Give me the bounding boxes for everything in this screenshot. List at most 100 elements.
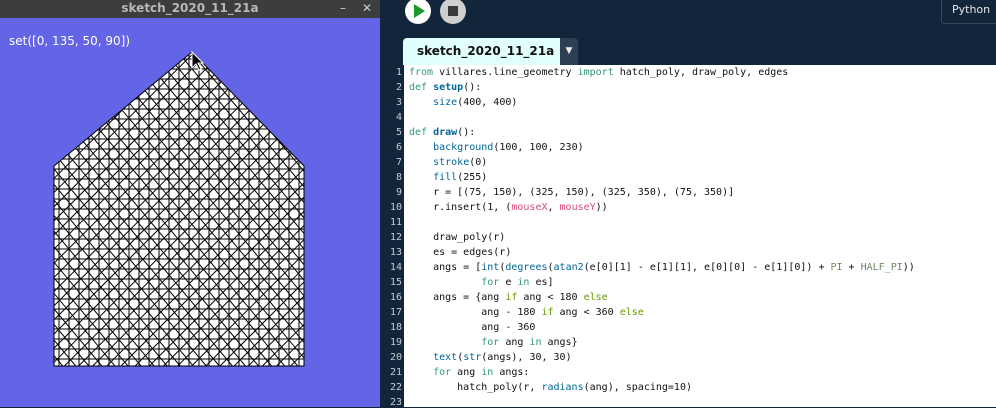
code-line[interactable]: stroke(0) [409,157,487,168]
code-token: str [463,352,482,363]
line-number: 13 [389,247,402,258]
code-token: ang < 180 [517,292,584,303]
line-number: 10 [389,202,402,213]
line-number: 4 [395,112,402,123]
code-token: atan2 [553,262,584,273]
code-line[interactable]: fill(255) [409,172,487,183]
code-token: in [517,277,530,288]
code-token: hatch_poly(r, [409,382,542,393]
code-token: import [577,67,614,78]
code-token: angs: [493,367,530,378]
hatch-line [54,52,68,66]
code-token: for [481,337,500,348]
code-line[interactable]: ang - 180 if ang < 360 else [409,307,644,318]
code-line[interactable]: draw_poly(r) [409,232,505,243]
hatch-line [54,52,111,109]
code-token: if [505,292,518,303]
code-token: ang - 360 [409,322,536,333]
code-token: in [529,337,542,348]
code-line[interactable]: r.insert(1, (mouseX, mouseY)) [409,202,608,213]
hatch-line [54,52,82,80]
line-number: 1 [395,67,402,78]
code-line[interactable]: def setup(): [409,82,481,93]
line-number: 23 [389,397,402,408]
code-token: es = edges(r) [409,247,512,258]
line-number: 15 [389,277,402,288]
code-token: draw [433,127,458,138]
close-button[interactable]: ✕ [362,0,372,16]
code-line[interactable]: def draw(): [409,127,475,138]
code-token: background [433,142,494,153]
minimize-button[interactable]: – [340,0,346,16]
code-token: , [547,202,560,213]
code-token: fill [433,172,458,183]
tab-menu-button[interactable]: ▼ [560,38,578,65]
code-line[interactable]: background(100, 100, 230) [409,142,584,153]
code-token: draw_poly(r) [409,232,506,243]
hatch-line [54,52,125,123]
code-line[interactable]: from villares.line_geometry import hatch… [409,67,788,78]
code-line[interactable]: ang - 360 [409,322,535,333]
code-line[interactable]: for ang in angs: [409,367,529,378]
code-token: (255) [457,172,488,183]
line-number: 20 [389,352,402,363]
line-number: 7 [395,157,402,168]
line-number: 18 [389,322,402,333]
code-line[interactable]: angs = [int(degrees(atan2(e[0][1] - e[1]… [409,262,915,273]
line-number: 16 [389,292,402,303]
code-token: def [409,82,428,93]
code-line[interactable]: hatch_poly(r, radians(ang), spacing=10) [409,382,692,393]
code-token: if [541,307,554,318]
code-token: angs = [ [409,262,482,273]
code-token: + [842,262,861,273]
hatch-line [255,52,304,110]
tab-sketch[interactable]: sketch_2020_11_21a [403,38,560,65]
line-number: 21 [389,367,402,378]
code-token: from [409,67,434,78]
code-token: angs = {ang [409,292,506,303]
code-token: mouseX [511,202,548,213]
hatch-line [54,52,96,94]
sketch-window: sketch_2020_11_21a – ✕ set([0, 135, 50, … [0,0,380,407]
code-line[interactable]: text(str(angs), 30, 30) [409,352,572,363]
code-token: (): [457,127,476,138]
code-line[interactable]: for e in es] [409,277,553,288]
code-token: )) [595,202,608,213]
code-line[interactable]: r = [(75, 150), (325, 150), (325, 350), … [409,187,734,198]
code-editor[interactable]: from villares.line_geometry import hatch… [404,65,996,407]
code-token: hatch_poly, draw_poly, edges [613,67,789,78]
code-token: else [619,307,644,318]
hatch-line [294,52,304,63]
code-token: setup [433,82,464,93]
code-token: ang - 180 [409,307,542,318]
stop-button[interactable] [440,0,466,24]
code-token: villares.line_geometry [433,67,578,78]
code-token: angs} [541,337,578,348]
code-line[interactable]: size(400, 400) [409,97,517,108]
code-token: (ang), spacing=10) [583,382,692,393]
sketch-canvas[interactable] [0,16,379,407]
code-token: (): [463,82,482,93]
code-token: text [433,352,458,363]
code-token: degrees [505,262,548,273]
line-number: 11 [389,217,402,228]
mode-selector[interactable]: Python [941,0,996,24]
code-token: r.insert(1, ( [409,202,512,213]
run-button[interactable] [405,0,431,24]
code-line[interactable]: angs = {ang if ang < 180 else [409,292,608,303]
line-number: 12 [389,232,402,243]
code-token: stroke [433,157,470,168]
code-token: ang [499,337,530,348]
code-line[interactable]: es = edges(r) [409,247,511,258]
code-line[interactable]: for ang in angs} [409,337,578,348]
code-token: HALF_PI [860,262,903,273]
hatch-lines [54,52,304,366]
code-token: r = [(75, 150), (325, 150), (325, 350), … [409,187,735,198]
code-token: in [481,367,494,378]
line-number: 22 [389,382,402,393]
